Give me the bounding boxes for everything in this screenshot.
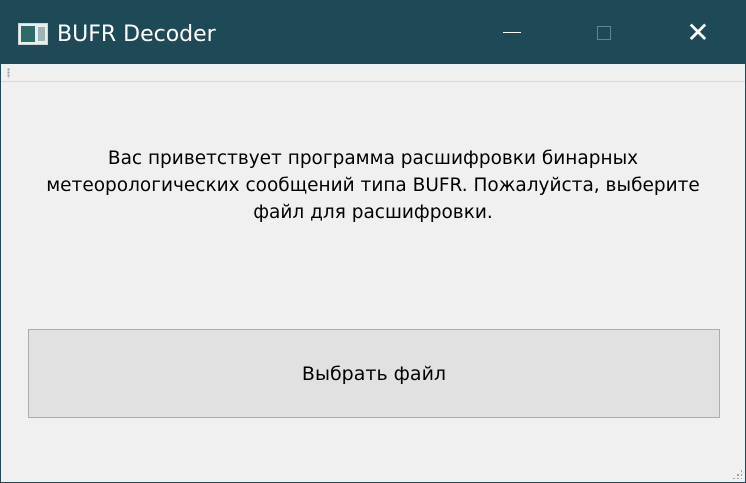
maximize-button[interactable] (575, 1, 633, 64)
maximize-icon (597, 25, 611, 40)
welcome-message: Вас приветствует программа расшифровки б… (46, 148, 700, 223)
app-icon-bar (21, 26, 35, 42)
resize-grip-icon[interactable] (732, 469, 742, 479)
toolbar (1, 64, 745, 82)
toolbar-grip-icon[interactable] (7, 68, 10, 78)
choose-file-button[interactable]: Выбрать файл (28, 329, 720, 418)
title-bar[interactable]: BUFR Decoder ✕ (1, 1, 745, 64)
app-window: BUFR Decoder ✕ Вас приветствует программ… (0, 0, 746, 483)
minimize-icon (503, 32, 521, 33)
window-title: BUFR Decoder (57, 22, 216, 47)
app-icon-cell (38, 27, 45, 41)
close-button[interactable]: ✕ (669, 1, 727, 64)
app-icon (18, 23, 48, 45)
close-icon: ✕ (686, 15, 710, 49)
minimize-button[interactable] (483, 1, 541, 64)
